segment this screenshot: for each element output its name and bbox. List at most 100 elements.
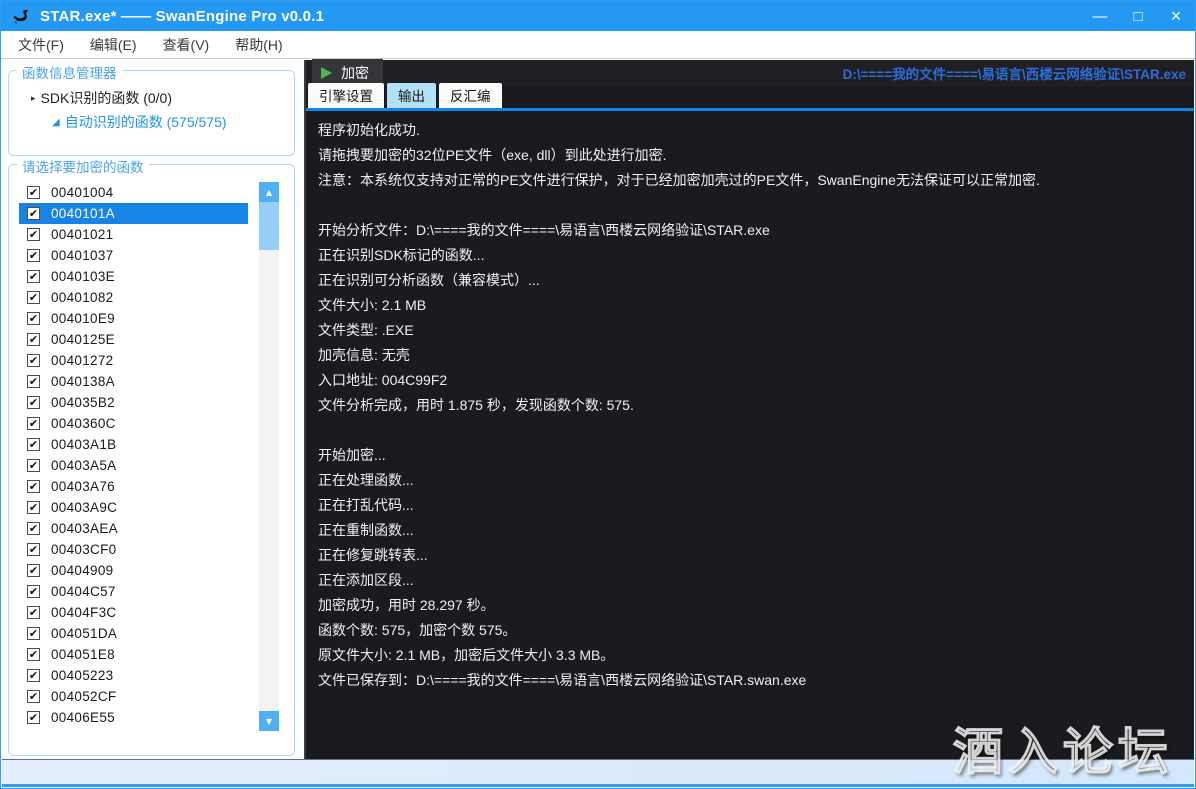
function-row[interactable]: ✔ 00406E55 [19,707,248,728]
checkbox-icon[interactable]: ✔ [27,711,40,724]
function-list: ✔ 00401004 ✔ 0040101A ✔ 00401021 ✔ 00401… [19,182,248,728]
checkbox-icon[interactable]: ✔ [27,396,40,409]
function-row[interactable]: ✔ 00403A5A [19,455,248,476]
menu-item[interactable]: 编辑(E) [77,35,150,55]
checkbox-icon[interactable]: ✔ [27,354,40,367]
checkbox-icon[interactable]: ✔ [27,291,40,304]
function-row[interactable]: ✔ 00404F3C [19,602,248,623]
console-line [318,418,1182,443]
console-line: 原文件大小: 2.1 MB，加密后文件大小 3.3 MB。 [318,643,1182,668]
scroll-up-icon[interactable]: ▲ [259,182,279,202]
console-line [318,193,1182,218]
function-row[interactable]: ✔ 00403A9C [19,497,248,518]
window-body: 函数信息管理器 ▸ SDK识别的函数 (0/0) ◢ 自动识别的函数 (575/… [2,60,1194,759]
checkbox-icon[interactable]: ✔ [27,585,40,598]
tree-expander-icon[interactable]: ▸ [31,93,36,104]
function-row[interactable]: ✔ 00403CF0 [19,539,248,560]
function-row[interactable]: ✔ 00401082 [19,287,248,308]
menu-item[interactable]: 查看(V) [150,35,223,55]
function-row[interactable]: ✔ 004051DA [19,623,248,644]
checkbox-icon[interactable]: ✔ [27,648,40,661]
checkbox-icon[interactable]: ✔ [27,375,40,388]
checkbox-icon[interactable]: ✔ [27,270,40,283]
play-icon [321,67,332,79]
console-line: 正在识别可分析函数（兼容模式）... [318,268,1182,293]
check-mark-icon: ✔ [29,586,38,597]
function-address: 004035B2 [51,395,115,410]
function-row[interactable]: ✔ 0040138A [19,371,248,392]
function-row[interactable]: ✔ 0040103E [19,266,248,287]
window-controls: — □ × [1081,1,1195,31]
tab[interactable]: 引擎设置 [308,83,384,108]
checkbox-icon[interactable]: ✔ [27,501,40,514]
function-row[interactable]: ✔ 004035B2 [19,392,248,413]
function-row[interactable]: ✔ 00403A1B [19,434,248,455]
function-row[interactable]: ✔ 00401272 [19,350,248,371]
function-row[interactable]: ✔ 00403A76 [19,476,248,497]
menu-item[interactable]: 文件(F) [5,35,77,55]
menu-item[interactable]: 帮助(H) [222,35,295,55]
checkbox-icon[interactable]: ✔ [27,543,40,556]
function-row[interactable]: ✔ 00401021 [19,224,248,245]
scrollbar-thumb[interactable] [259,202,279,250]
console-line: 正在重制函数... [318,518,1182,543]
maximize-button[interactable]: □ [1119,1,1157,31]
check-mark-icon: ✔ [29,187,38,198]
function-row[interactable]: ✔ 00405223 [19,665,248,686]
checkbox-icon[interactable]: ✔ [27,438,40,451]
function-select-groupbox: 请选择要加密的函数 ✔ 00401004 ✔ 0040101A ✔ 004010… [8,164,295,756]
function-address: 0040101A [51,206,115,221]
tabbar: 引擎设置输出反汇编 [306,86,1194,108]
checkbox-icon[interactable]: ✔ [27,186,40,199]
function-row[interactable]: ✔ 004010E9 [19,308,248,329]
function-row[interactable]: ✔ 004052CF [19,686,248,707]
function-address: 0040125E [51,332,115,347]
checkbox-icon[interactable]: ✔ [27,627,40,640]
checkbox-icon[interactable]: ✔ [27,312,40,325]
function-row[interactable]: ✔ 00404909 [19,560,248,581]
check-mark-icon: ✔ [29,523,38,534]
function-row[interactable]: ✔ 0040101A [19,203,248,224]
checkbox-icon[interactable]: ✔ [27,522,40,535]
checkbox-icon[interactable]: ✔ [27,669,40,682]
function-address: 004010E9 [51,311,115,326]
function-address: 00401037 [51,248,113,263]
checkbox-icon[interactable]: ✔ [27,249,40,262]
function-address: 00403A9C [51,500,117,515]
checkbox-icon[interactable]: ✔ [27,207,40,220]
check-mark-icon: ✔ [29,607,38,618]
function-list-scrollbar[interactable]: ▲ ▼ [259,182,279,731]
checkbox-icon[interactable]: ✔ [27,333,40,346]
tree-item[interactable]: ◢ 自动识别的函数 (575/575) [52,110,294,134]
checkbox-icon[interactable]: ✔ [27,228,40,241]
tab[interactable]: 输出 [387,83,436,108]
checkbox-icon[interactable]: ✔ [27,564,40,577]
function-row[interactable]: ✔ 00404C57 [19,581,248,602]
function-row[interactable]: ✔ 0040125E [19,329,248,350]
checkbox-icon[interactable]: ✔ [27,417,40,430]
function-row[interactable]: ✔ 0040360C [19,413,248,434]
function-row[interactable]: ✔ 00403AEA [19,518,248,539]
checkbox-icon[interactable]: ✔ [27,480,40,493]
check-mark-icon: ✔ [29,691,38,702]
function-address: 00403A5A [51,458,116,473]
tree-expander-icon[interactable]: ◢ [52,117,60,128]
tree-item[interactable]: ▸ SDK识别的函数 (0/0) [31,86,294,110]
close-button[interactable]: × [1157,1,1195,31]
function-address: 00401021 [51,227,113,242]
checkbox-icon[interactable]: ✔ [27,690,40,703]
scroll-down-icon[interactable]: ▼ [259,711,279,731]
checkbox-icon[interactable]: ✔ [27,459,40,472]
console-line: 开始分析文件：D:\====我的文件====\易语言\西楼云网络验证\STAR.… [318,218,1182,243]
tab[interactable]: 反汇编 [439,83,502,108]
minimize-button[interactable]: — [1081,1,1119,31]
encrypt-button-label: 加密 [341,63,369,83]
function-row[interactable]: ✔ 004051E8 [19,644,248,665]
checkbox-icon[interactable]: ✔ [27,606,40,619]
check-mark-icon: ✔ [29,460,38,471]
function-row[interactable]: ✔ 00401037 [19,245,248,266]
app-window: STAR.exe* —— SwanEngine Pro v0.0.1 — □ ×… [0,0,1196,789]
function-row[interactable]: ✔ 00401004 [19,182,248,203]
function-select-group-title: 请选择要加密的函数 [17,156,149,176]
check-mark-icon: ✔ [29,355,38,366]
